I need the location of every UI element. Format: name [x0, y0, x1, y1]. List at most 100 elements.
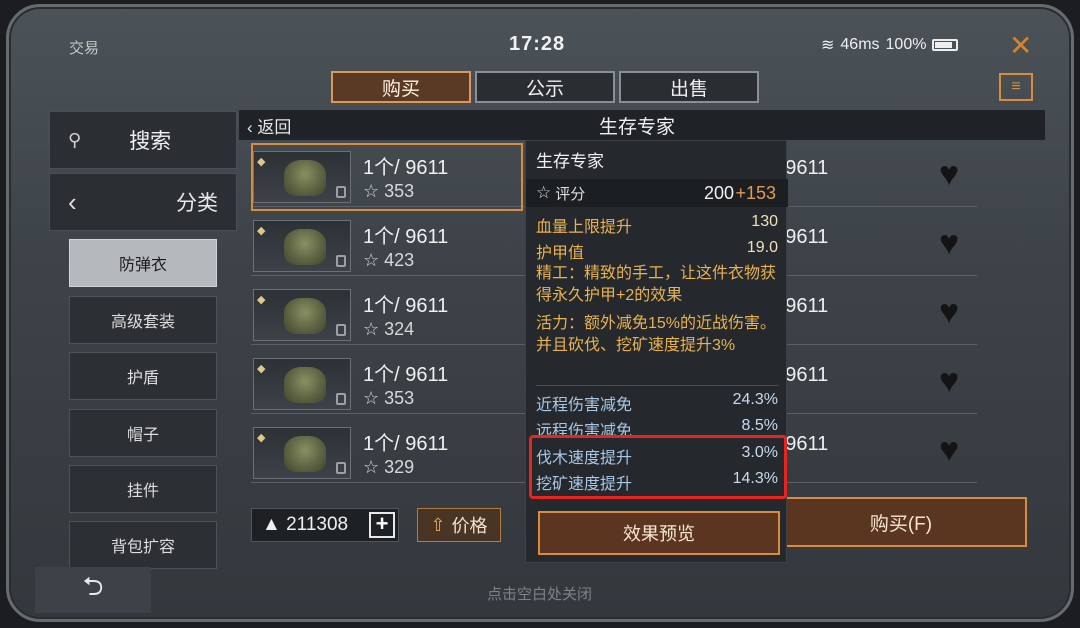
lock-icon: [336, 255, 346, 267]
stat-value: 19.0: [746, 239, 778, 256]
item-score: ☆ 353: [363, 181, 415, 201]
return-icon[interactable]: ⮌: [35, 567, 151, 613]
sidebar-item-backpack[interactable]: 背包扩容: [69, 521, 217, 569]
item-price: 1个/ 9611: [363, 295, 449, 317]
sidebar-item-premium-set[interactable]: 高级套装: [69, 296, 217, 344]
heart-icon[interactable]: ♥: [939, 295, 959, 329]
stat-row: 近程伤害减免 24.3%: [536, 391, 778, 415]
clock: 17:28: [509, 33, 566, 55]
add-currency-button[interactable]: +: [369, 512, 395, 538]
search-button[interactable]: ⚲ 搜索: [49, 111, 237, 169]
lock-icon: [336, 324, 346, 336]
category-button[interactable]: ‹ 分类: [49, 173, 237, 231]
sidebar-item-pendant[interactable]: 挂件: [69, 465, 217, 513]
tooltip-score-row: ☆ 评分 200 +153: [526, 179, 788, 207]
sort-price-button[interactable]: ⇧ 价格: [417, 508, 501, 542]
item-score: ☆ 324: [363, 319, 415, 339]
item-price: 1个/ 9611: [363, 157, 449, 179]
tab-bar: 购买 公示 出售: [331, 71, 759, 103]
balance-value: 211308: [286, 514, 349, 535]
item-score: ☆ 353: [363, 388, 415, 408]
clipboard-icon[interactable]: ≡: [999, 73, 1033, 101]
gem-icon: ◆: [257, 432, 266, 444]
item-thumbnail: ◆: [253, 289, 351, 341]
back-label: 返回: [257, 117, 292, 137]
sidebar-item-shield[interactable]: 护盾: [69, 352, 217, 400]
screen-title: 交易: [69, 40, 100, 57]
battery-icon: [932, 39, 959, 51]
wifi-icon: ≋: [821, 37, 835, 54]
item-score: ☆ 423: [363, 250, 415, 270]
perk-description: 精工：精致的手工，让这件衣物获得永久护甲+2的效果: [536, 265, 777, 304]
back-button[interactable]: ‹ 返回: [247, 113, 291, 138]
item-price: 1个/ 9611: [363, 433, 449, 455]
item-tooltip: 生存专家 ☆ 评分 200 +153 血量上限提升 130 护甲值 19.0 精…: [525, 140, 788, 563]
list-title: 生存专家: [599, 116, 676, 138]
item-thumbnail: ◆: [253, 151, 351, 203]
vest-icon: [284, 229, 326, 265]
tab-notice[interactable]: 公示: [475, 71, 615, 103]
item-price: 1个/ 9611: [363, 364, 449, 386]
stat-label: 护甲值: [536, 245, 585, 262]
gem-icon: ◆: [257, 156, 266, 168]
item-thumbnail: ◆: [253, 220, 351, 272]
search-icon: ⚲: [68, 129, 82, 150]
item-thumbnail: ◆: [253, 427, 351, 479]
tooltip-title: 生存专家: [536, 152, 604, 171]
item-price: 1个/ 9611: [363, 226, 449, 248]
item-score-value: 329: [384, 457, 415, 477]
battery-level: 100%: [885, 36, 927, 53]
sidebar-item-hat[interactable]: 帽子: [69, 409, 217, 457]
stat-value: 130: [751, 213, 778, 230]
sidebar-item-armor[interactable]: 防弹衣: [69, 239, 217, 287]
gem-icon: ◆: [257, 294, 266, 306]
effect-preview-button[interactable]: 效果预览: [538, 511, 780, 555]
status-indicators: ≋ 46ms 100%: [821, 35, 959, 55]
tab-sell[interactable]: 出售: [619, 71, 759, 103]
score-base: 200: [703, 182, 734, 203]
stat-label: 血量上限提升: [536, 219, 633, 236]
gem-icon: ◆: [257, 225, 266, 237]
vest-icon: [284, 436, 326, 472]
vest-icon: [284, 160, 326, 196]
arrow-up-icon: ⇧: [430, 514, 446, 535]
tab-buy[interactable]: 购买: [331, 71, 471, 103]
buy-button[interactable]: 购买(F): [775, 497, 1027, 547]
ping-value: 46ms: [840, 36, 880, 53]
sort-label: 价格: [451, 516, 488, 536]
heart-icon[interactable]: ♥: [939, 433, 959, 467]
item-thumbnail: ◆: [253, 358, 351, 410]
item-score-value: 324: [384, 319, 415, 339]
score-icon: ☆: [536, 183, 552, 202]
lock-icon: [336, 186, 346, 198]
item-score-value: 423: [384, 250, 415, 270]
score-label: 评分: [555, 185, 586, 203]
divider: [536, 385, 778, 386]
vest-icon: [284, 298, 326, 334]
heart-icon[interactable]: ♥: [939, 364, 959, 398]
lock-icon: [336, 393, 346, 405]
chevron-left-icon: ‹: [68, 186, 77, 217]
close-hint: 点击空白处关闭: [487, 586, 593, 603]
stat-value: 24.3%: [732, 391, 778, 408]
close-icon[interactable]: ✕: [1009, 29, 1032, 62]
list-header: ‹ 返回 生存专家: [239, 110, 1045, 140]
search-label: 搜索: [129, 130, 172, 153]
game-window: 交易 17:28 ≋ 46ms 100% ✕ 购买 公示 出售 ≡ ⚲ 搜索 ‹…: [6, 4, 1074, 622]
vest-icon: [284, 367, 326, 403]
heart-icon[interactable]: ♥: [939, 226, 959, 260]
lock-icon: [336, 462, 346, 474]
perk-description: 活力：额外减免15%的近战伤害。并且砍伐、挖矿速度提升3%: [536, 315, 777, 354]
category-label: 分类: [176, 192, 218, 215]
item-score-value: 353: [384, 388, 415, 408]
score-bonus: +153: [735, 182, 776, 203]
stat-row: 血量上限提升 130: [536, 213, 778, 237]
item-score: ☆ 329: [363, 457, 415, 477]
stat-row: 护甲值 19.0: [536, 239, 778, 263]
stat-label: 近程伤害减免: [536, 397, 633, 414]
gem-icon: ◆: [257, 363, 266, 375]
heart-icon[interactable]: ♥: [939, 157, 959, 191]
currency-icon: ▲: [262, 514, 287, 535]
highlight-box: [529, 435, 787, 499]
item-score-value: 353: [384, 181, 415, 201]
